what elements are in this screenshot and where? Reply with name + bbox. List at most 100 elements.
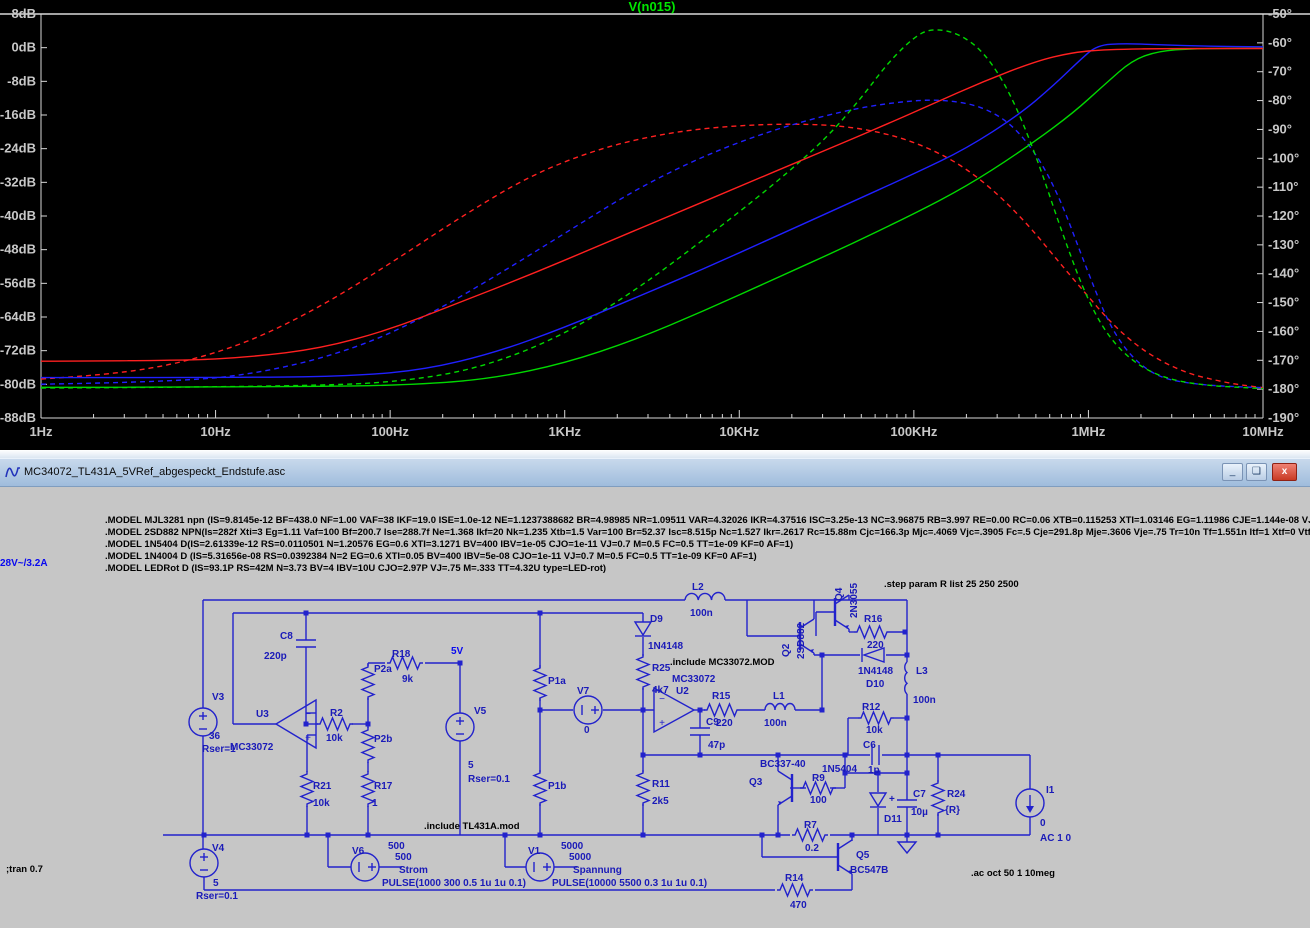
spice-directive[interactable]: .MODEL 2SD882 NPN(Is=282f Xti=3 Eg=1.11 … [105, 527, 1310, 538]
resistor-R2[interactable] [317, 718, 353, 730]
component-label[interactable]: Spannung [573, 865, 622, 876]
component-label[interactable]: R12 [862, 702, 881, 713]
minimize-button[interactable]: _ [1222, 463, 1243, 481]
component-label[interactable]: Rser=0.1 [196, 891, 238, 902]
component-label[interactable]: R9 [812, 773, 825, 784]
ground-symbol[interactable] [898, 835, 916, 853]
schematic-pane[interactable]: −+−+.MODEL MJL3281 npn (IS=9.8145e-12 BF… [0, 487, 1310, 928]
waveform-pane[interactable]: V(n015)8dB0dB-8dB-16dB-24dB-32dB-40dB-48… [0, 0, 1310, 450]
resistor-R14[interactable] [777, 884, 813, 896]
component-label[interactable]: 28V~/3.2A [0, 558, 48, 569]
component-label[interactable]: 9k [402, 674, 414, 685]
component-label[interactable]: 500 [395, 852, 412, 863]
resistor-R21[interactable] [301, 771, 313, 807]
component-label[interactable]: Q2 [781, 643, 792, 657]
component-label[interactable]: Rser=0.1 [468, 774, 510, 785]
capacitor-C7[interactable] [897, 800, 917, 807]
schematic-canvas[interactable]: −+−+.MODEL MJL3281 npn (IS=9.8145e-12 BF… [0, 487, 1310, 928]
component-label[interactable]: P2b [374, 734, 392, 745]
component-label[interactable]: BC547B [850, 865, 888, 876]
voltage-source-V7[interactable] [574, 696, 602, 724]
resistor-P2b[interactable] [362, 727, 374, 763]
spice-directive[interactable]: .include TL431A.mod [424, 821, 520, 832]
component-label[interactable]: R15 [712, 691, 731, 702]
component-label[interactable]: 2N3055 [849, 583, 860, 618]
pane-separator[interactable] [0, 450, 1310, 458]
component-label[interactable]: {R} [945, 805, 960, 816]
component-label[interactable]: L2 [692, 582, 704, 593]
component-label[interactable]: D9 [650, 614, 663, 625]
component-label[interactable]: PULSE(1000 300 0.5 1u 1u 0.1) [382, 878, 526, 889]
component-label[interactable]: V3 [212, 692, 225, 703]
spice-directive[interactable]: .include MC33072.MOD [670, 657, 775, 668]
component-label[interactable]: 4k7 [652, 685, 669, 696]
component-label[interactable]: L3 [916, 666, 928, 677]
component-label[interactable]: PULSE(10000 5500 0.3 1u 1u 0.1) [552, 878, 707, 889]
resistor-R15[interactable] [704, 704, 740, 716]
capacitor-C9[interactable] [690, 728, 710, 735]
component-label[interactable]: L1 [773, 691, 785, 702]
component-label[interactable]: V1 [528, 846, 541, 857]
component-label[interactable]: 5V [451, 646, 464, 657]
spice-directive[interactable]: .MODEL 1N4004 D (IS=5.31656e-08 RS=0.039… [105, 551, 757, 562]
component-label[interactable]: V4 [212, 843, 225, 854]
component-label[interactable]: R17 [374, 781, 393, 792]
component-label[interactable]: 0 [584, 725, 590, 736]
component-label[interactable]: 500 [388, 841, 405, 852]
component-label[interactable]: 220 [867, 640, 884, 651]
component-label[interactable]: 0.2 [805, 843, 819, 854]
voltage-source-V6[interactable] [351, 853, 379, 881]
component-label[interactable]: R25 [652, 663, 671, 674]
component-label[interactable]: + [889, 794, 895, 805]
component-label[interactable]: BC337-40 [760, 759, 806, 770]
component-label[interactable]: Q3 [749, 777, 763, 788]
spice-directive[interactable]: .MODEL MJL3281 npn (IS=9.8145e-12 BF=438… [105, 515, 1310, 526]
component-label[interactable]: U3 [256, 709, 269, 720]
transistor-Q3[interactable] [778, 771, 792, 805]
component-label[interactable]: 2SD882 [796, 622, 807, 659]
spice-directive[interactable]: .ac oct 50 1 10meg [971, 868, 1055, 879]
component-label[interactable]: R2 [330, 708, 343, 719]
resistor-R11[interactable] [637, 770, 649, 806]
resistor-R16[interactable] [854, 626, 890, 638]
component-label[interactable]: 1N4148 [858, 666, 893, 677]
component-label[interactable]: I1 [1046, 785, 1055, 796]
component-label[interactable]: 1p [868, 765, 880, 776]
component-label[interactable]: P1b [548, 781, 566, 792]
component-label[interactable]: MC33072 [672, 674, 716, 685]
component-label[interactable]: V6 [352, 846, 365, 857]
component-label[interactable]: V5 [474, 706, 487, 717]
component-label[interactable]: Q5 [856, 850, 870, 861]
component-label[interactable]: 10k [866, 725, 883, 736]
component-label[interactable]: R16 [864, 614, 883, 625]
component-label[interactable]: Strom [399, 865, 428, 876]
component-label[interactable]: 5000 [561, 841, 584, 852]
schematic-window-titlebar[interactable]: MC34072_TL431A_5VRef_abgespeckt_Endstufe… [0, 458, 1310, 487]
restore-button[interactable]: ❏ [1246, 463, 1267, 481]
component-label[interactable]: 1N4148 [648, 641, 683, 652]
component-label[interactable]: 100n [913, 695, 936, 706]
current-source-I1[interactable] [1016, 789, 1044, 817]
component-label[interactable]: 1 [372, 798, 378, 809]
component-label[interactable]: 470 [790, 900, 807, 911]
component-label[interactable]: 10k [313, 798, 330, 809]
spice-directive[interactable]: .MODEL LEDRot D (IS=93.1P RS=42M N=3.73 … [105, 563, 606, 574]
component-label[interactable]: 5 [468, 760, 474, 771]
component-label[interactable]: MC33072 [230, 742, 274, 753]
diode-D11[interactable] [870, 793, 886, 807]
component-label[interactable]: U2 [676, 686, 689, 697]
close-button[interactable]: x [1272, 463, 1297, 481]
component-label[interactable]: R24 [947, 789, 966, 800]
component-label[interactable]: C6 [863, 740, 876, 751]
component-label[interactable]: 1N5404 [822, 764, 857, 775]
inductor-L2[interactable] [685, 593, 725, 601]
component-label[interactable]: 36 [209, 731, 221, 742]
inductor-L1[interactable] [765, 704, 795, 711]
resistor-P1b[interactable] [534, 770, 546, 806]
voltage-source-V1[interactable] [526, 853, 554, 881]
component-label[interactable]: P2a [374, 664, 392, 675]
diode-D9[interactable] [635, 622, 651, 636]
resistor-R12[interactable] [858, 712, 894, 724]
voltage-source-V5[interactable] [446, 713, 474, 741]
spice-directive[interactable]: .MODEL 1N5404 D(IS=2.61339e-12 RS=0.0110… [105, 539, 793, 550]
